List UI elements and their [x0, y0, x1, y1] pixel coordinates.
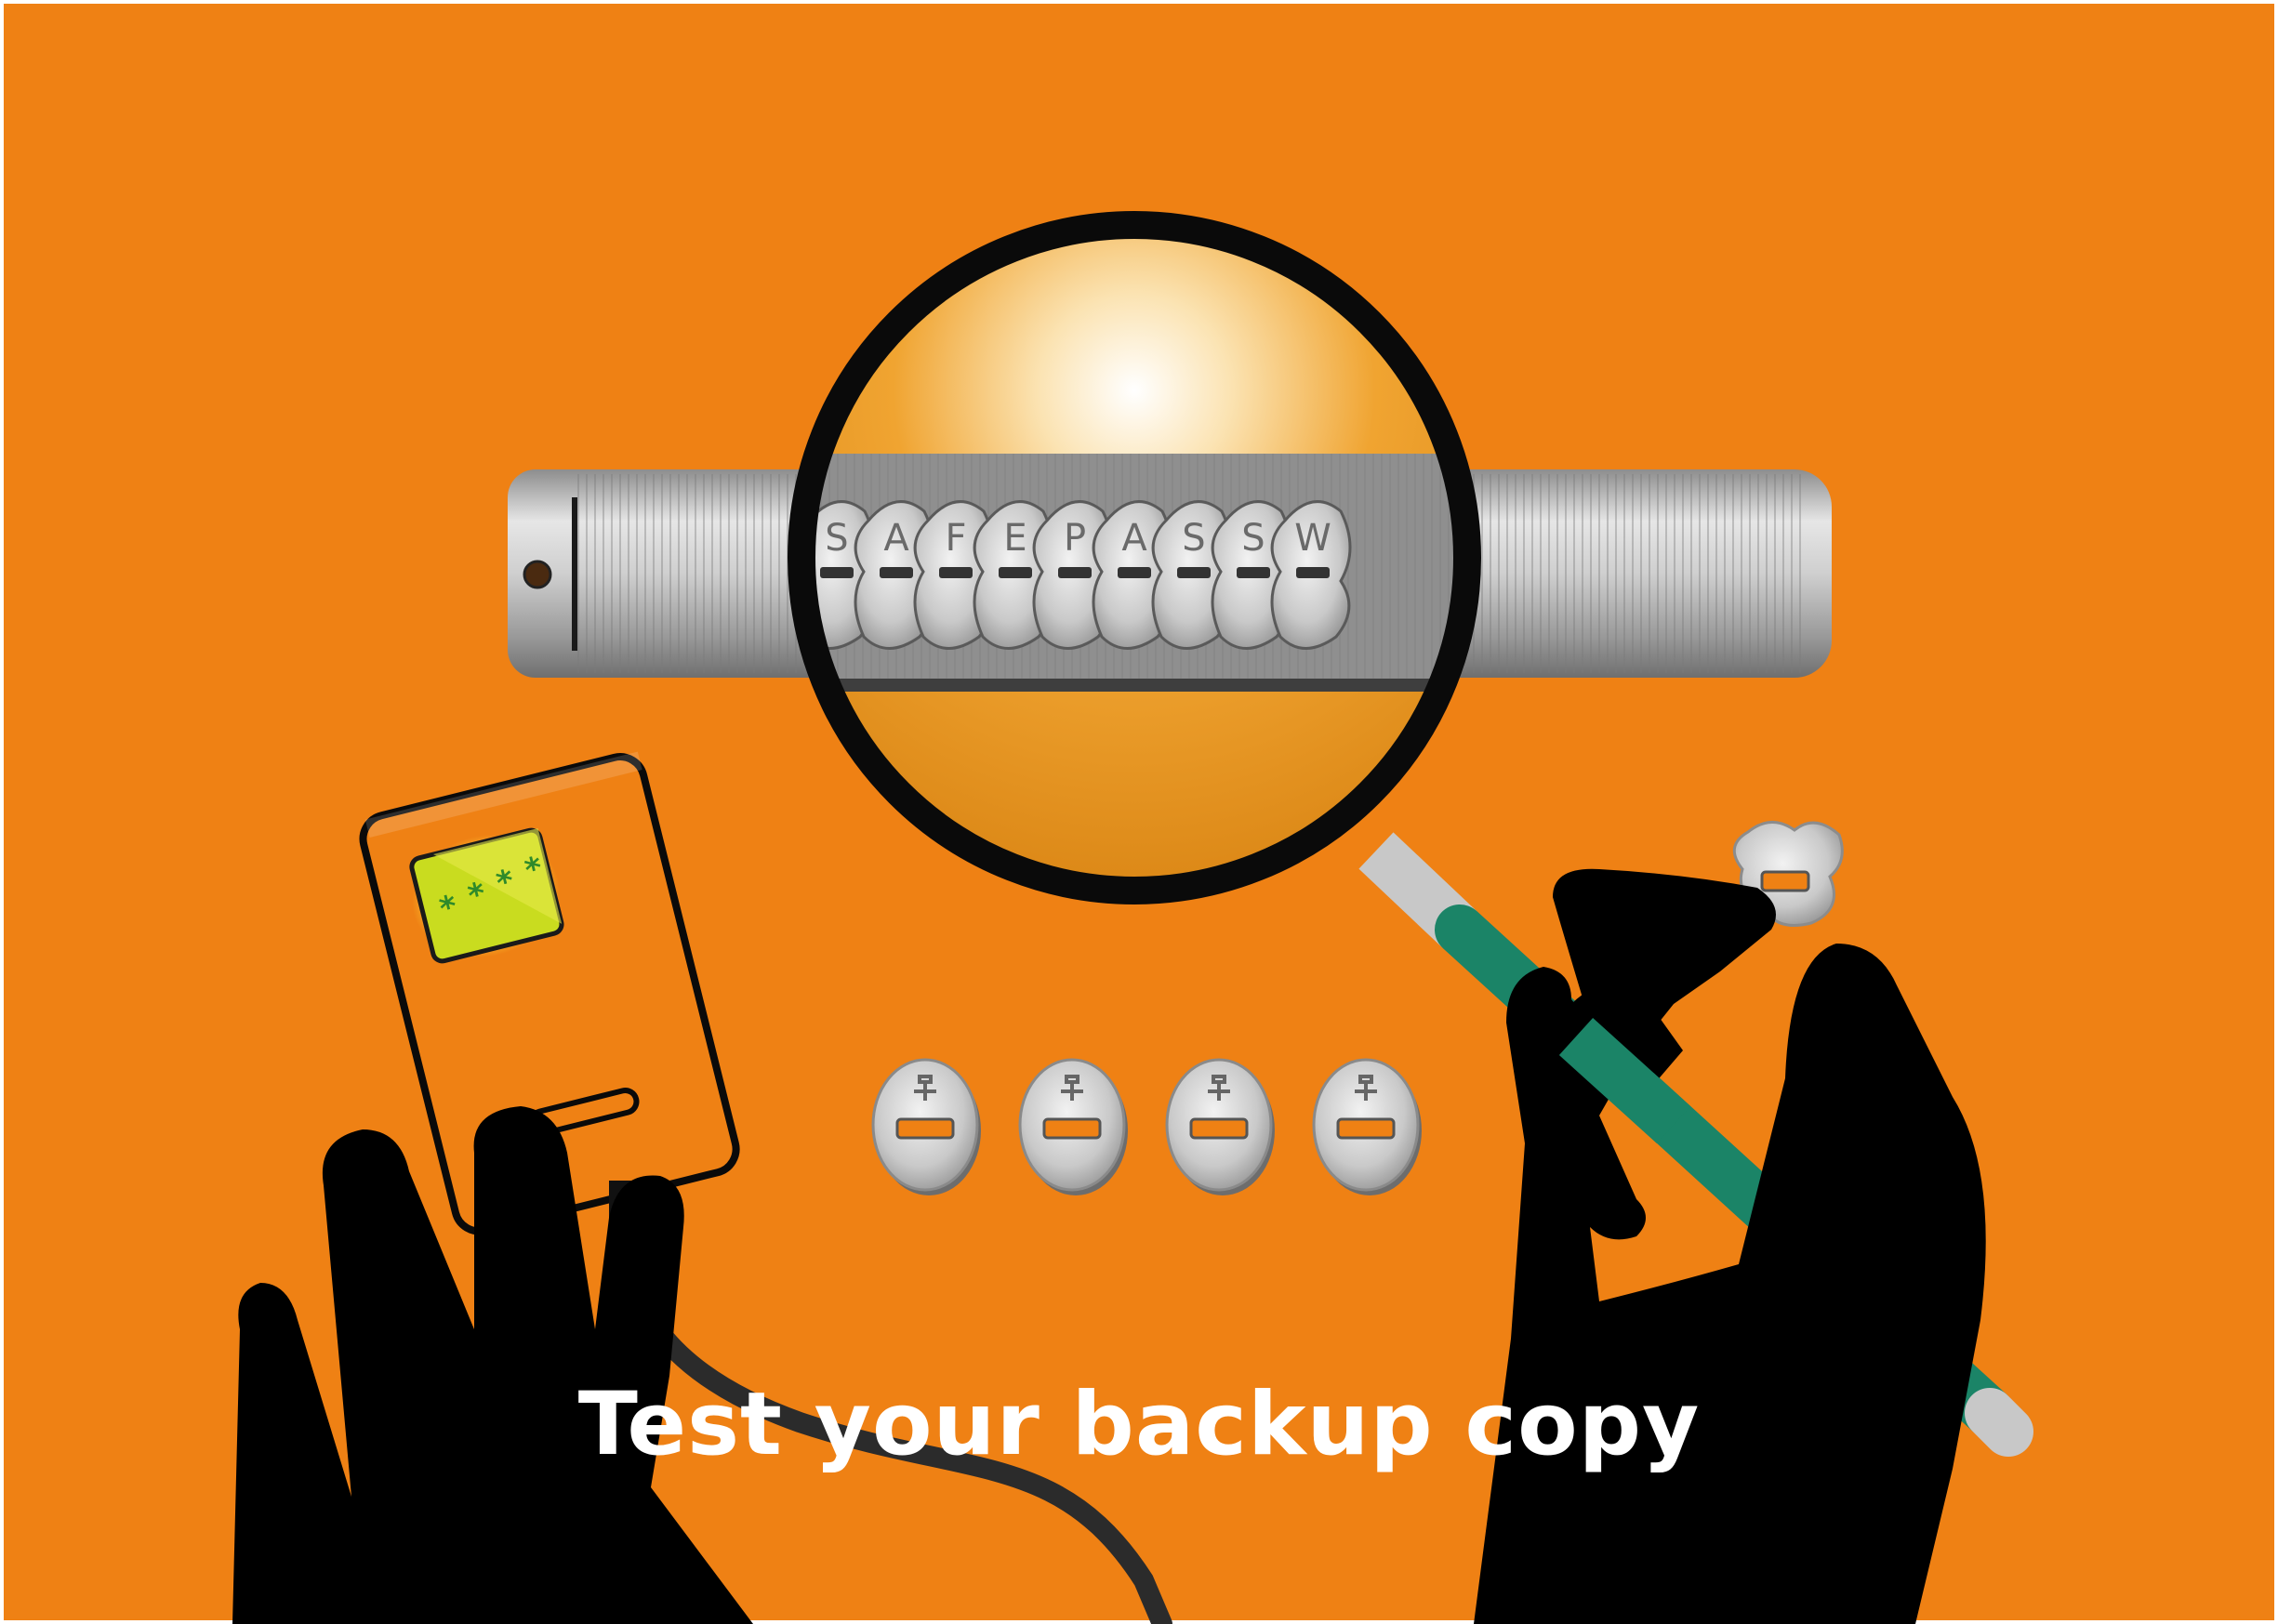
cylinder-wheel: W: [1270, 500, 1352, 650]
caption: Test your backup copy: [577, 1374, 1701, 1475]
cylinder-letter: E: [1003, 517, 1026, 560]
cylinder-letter: S: [1241, 517, 1265, 560]
cylinder-letter: F: [945, 517, 966, 560]
cylinder-letter: P: [1064, 517, 1086, 560]
cylinder-letter: S: [825, 517, 848, 560]
cylinder-letter: W: [1294, 517, 1331, 560]
cylinder-letter: S: [1182, 517, 1205, 560]
cylinder-letter: A: [883, 517, 909, 560]
cylinder-letter: A: [1121, 517, 1147, 560]
